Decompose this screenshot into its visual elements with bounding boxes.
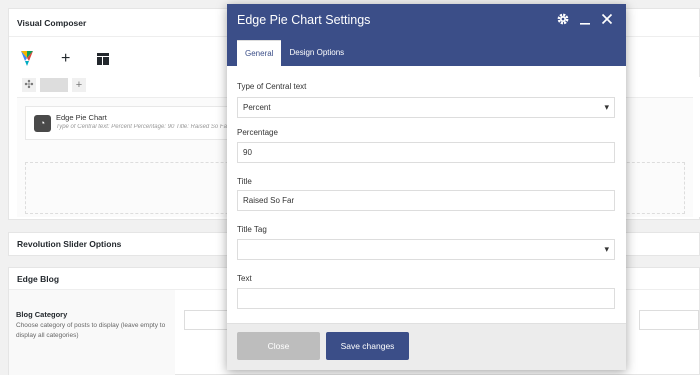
text-input[interactable] [237, 288, 615, 309]
central-text-label: Type of Central text [237, 82, 307, 91]
tab-design-options[interactable]: Design Options [281, 40, 352, 66]
layout-icon[interactable] [97, 53, 109, 65]
modal-footer: Close Save changes [227, 323, 626, 370]
modal-tabs: General Design Options [237, 40, 352, 66]
pie-chart-icon: ◔ [34, 115, 51, 132]
blog-category-label: Blog Category [16, 310, 68, 319]
save-changes-button[interactable]: Save changes [326, 332, 409, 360]
chevron-down-icon: ▾ [604, 244, 609, 254]
gear-icon[interactable] [556, 12, 570, 26]
column-layout-control[interactable] [40, 78, 68, 92]
percentage-input[interactable]: 90 [237, 142, 615, 163]
pie-chart-settings-modal: Edge Pie Chart Settings General Design O… [227, 4, 626, 370]
element-title: Edge Pie Chart [56, 113, 107, 122]
chevron-down-icon: ▾ [604, 102, 609, 112]
close-button[interactable]: Close [237, 332, 320, 360]
central-text-select[interactable]: Percent ▾ [237, 97, 615, 118]
blog-category-description: Choose category of posts to display (lea… [16, 322, 166, 339]
title-tag-label: Title Tag [237, 225, 267, 234]
element-description: Type of Central text: Percent Percentage… [56, 124, 229, 130]
add-element-icon[interactable]: + [61, 51, 70, 67]
close-icon[interactable] [600, 12, 614, 26]
pie-chart-element[interactable]: ◔ Edge Pie Chart Type of Central text: P… [25, 106, 235, 140]
percentage-label: Percentage [237, 128, 278, 137]
central-text-value: Percent [243, 103, 271, 112]
add-column-icon[interactable]: + [72, 78, 86, 92]
title-label: Title [237, 177, 252, 186]
modal-title: Edge Pie Chart Settings [237, 13, 371, 27]
text-label: Text [237, 274, 252, 283]
title-tag-select[interactable]: ▾ [237, 239, 615, 260]
modal-header: Edge Pie Chart Settings General Design O… [227, 4, 626, 66]
blog-category-label-area: Blog Category Choose category of posts t… [9, 290, 175, 375]
blog-secondary-input[interactable] [639, 310, 699, 330]
tab-general[interactable]: General [237, 40, 282, 66]
minimize-icon[interactable] [578, 12, 592, 26]
vc-logo-icon[interactable] [19, 49, 35, 67]
modal-header-controls [556, 12, 614, 26]
move-icon[interactable]: ✣ [22, 78, 36, 92]
row-controls: ✣ + [22, 77, 86, 93]
settings-form: Type of Central text Percent ▾ Percentag… [227, 66, 626, 324]
title-input[interactable]: Raised So Far [237, 190, 615, 211]
